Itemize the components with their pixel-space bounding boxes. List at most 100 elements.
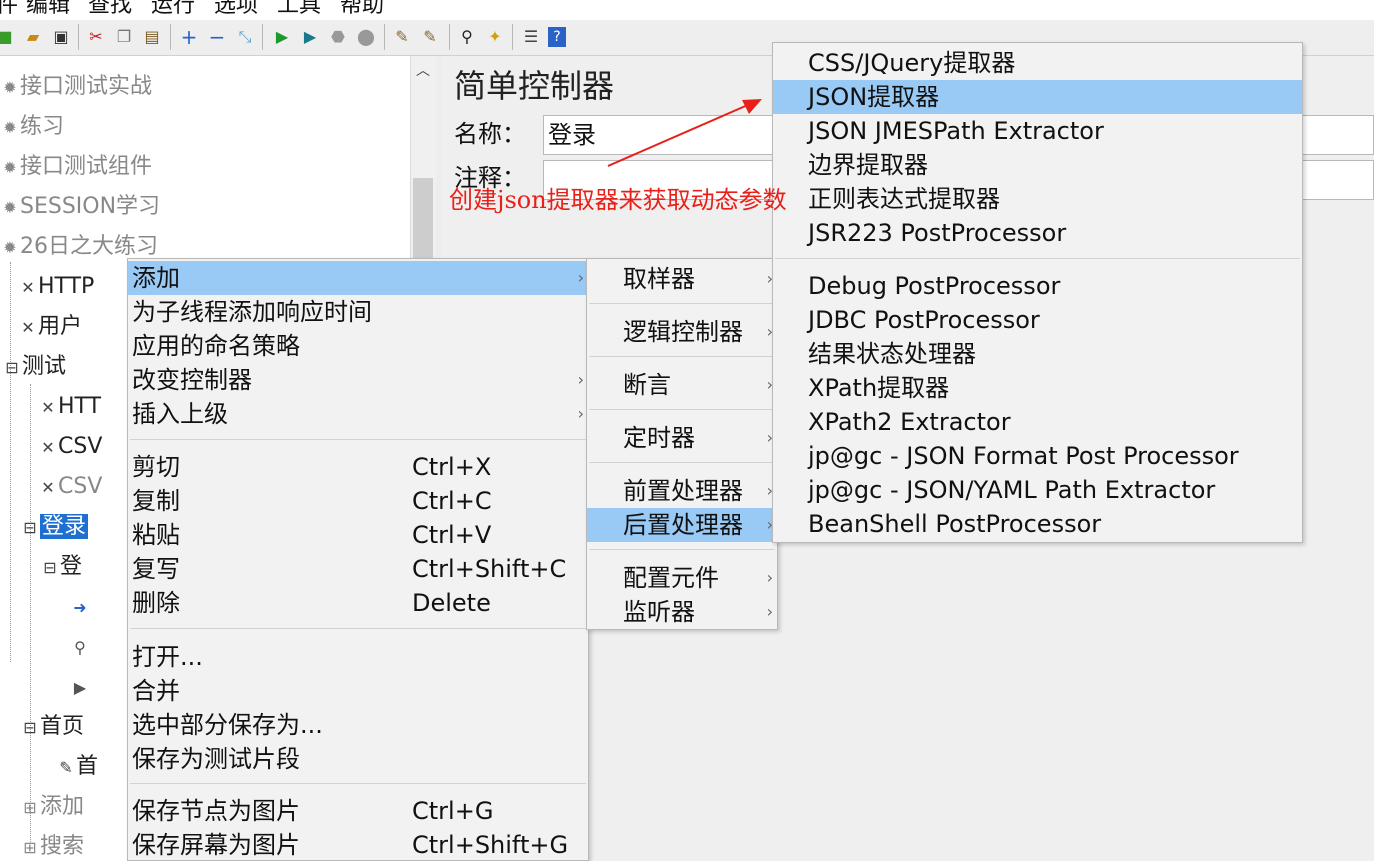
menu-item-naming-policy[interactable]: 应用的命名策略: [128, 329, 588, 363]
menu-item-save-node-as-image[interactable]: 保存节点为图片 Ctrl+G: [128, 794, 588, 828]
submenu-item-boundary-extractor[interactable]: 边界提取器: [773, 148, 1302, 182]
search-icon[interactable]: ⚲: [456, 26, 478, 48]
menu-item-insert-parent[interactable]: 插入上级 ›: [128, 397, 588, 431]
menu-tools[interactable]: 工具: [277, 0, 321, 19]
context-menu: 添加 › 为子线程添加响应时间 应用的命名策略 改变控制器 › 插入上级 › 剪切 Ct…: [127, 258, 589, 861]
menu-help[interactable]: 帮助: [340, 0, 384, 19]
wrench-icon: ✕: [41, 398, 55, 417]
submenu-item-beanshell-postprocessor[interactable]: BeanShell PostProcessor: [773, 507, 1302, 541]
submenu-item-listener[interactable]: 监听器 ›: [587, 595, 777, 629]
function-helper-icon[interactable]: ☰: [520, 26, 542, 48]
submenu-item-jdbc-postprocessor[interactable]: JDBC PostProcessor: [773, 303, 1302, 337]
menu-search[interactable]: 查找: [88, 0, 132, 19]
submenu-item-json-extractor[interactable]: JSON提取器: [773, 80, 1302, 114]
submenu-item-jsr223-postprocessor[interactable]: JSR223 PostProcessor: [773, 216, 1302, 250]
controller-icon: ⊟: [5, 358, 19, 377]
tree-scrollbar-thumb[interactable]: [413, 178, 433, 268]
menu-edit[interactable]: 编辑: [26, 0, 70, 19]
menu-item-copy[interactable]: 复制 Ctrl+C: [128, 484, 588, 518]
submenu-item-jpgc-json-yaml-path[interactable]: jp@gc - JSON/YAML Path Extractor: [773, 473, 1302, 507]
toggle-icon[interactable]: ⤡: [234, 26, 256, 48]
tree-node[interactable]: ⊞ 添加: [20, 792, 84, 823]
menu-run[interactable]: 运行: [151, 0, 195, 19]
controller-icon: ⊟: [23, 518, 37, 537]
menu-file[interactable]: 件: [0, 0, 18, 19]
menu-item-save-selection-as[interactable]: 选中部分保存为...: [128, 708, 588, 742]
submenu-item-config-element[interactable]: 配置元件 ›: [587, 561, 777, 595]
tree-node[interactable]: ✹ 练习: [0, 112, 64, 143]
menu-item-save-as-test-fragment[interactable]: 保存为测试片段: [128, 742, 588, 776]
submenu-item-xpath2-extractor[interactable]: XPath2 Extractor: [773, 405, 1302, 439]
menu-item-add[interactable]: 添加 ›: [128, 261, 588, 295]
submenu-item-post-processors[interactable]: 后置处理器 ›: [587, 508, 777, 542]
menu-item-save-screen-as-image[interactable]: 保存屏幕为图片 Ctrl+Shift+G: [128, 828, 588, 861]
submenu-item-pre-processors[interactable]: 前置处理器 ›: [587, 474, 777, 508]
tree-node[interactable]: ⊟ 测试: [2, 352, 66, 383]
shutdown-icon[interactable]: ⬤: [355, 26, 377, 48]
menu-item-add-response-time[interactable]: 为子线程添加响应时间: [128, 295, 588, 329]
tree-node[interactable]: ✕ CSV: [38, 432, 102, 463]
save-icon[interactable]: ▣: [50, 26, 72, 48]
wrench-icon: ✕: [41, 478, 55, 497]
submenu-item-assertions[interactable]: 断言 ›: [587, 368, 777, 402]
tree-node[interactable]: ✕ HTT: [38, 392, 101, 423]
start-icon[interactable]: ▶: [271, 26, 293, 48]
toolbar-separator: [384, 24, 385, 50]
paste-icon[interactable]: ▤: [141, 26, 163, 48]
toolbar-separator: [512, 24, 513, 50]
toolbar-separator: [262, 24, 263, 50]
chevron-right-icon: ›: [766, 602, 773, 621]
submenu-item-css-jquery-extractor[interactable]: CSS/JQuery提取器: [773, 46, 1302, 80]
tree-node[interactable]: ⚲: [70, 632, 90, 663]
submenu-item-debug-postprocessor[interactable]: Debug PostProcessor: [773, 269, 1302, 303]
page-title: 简单控制器: [454, 67, 615, 105]
submenu-item-logic-controller[interactable]: 逻辑控制器 ›: [587, 315, 777, 349]
tree-node[interactable]: ✕ 用户: [18, 312, 82, 343]
menu-item-cut[interactable]: 剪切 Ctrl+X: [128, 450, 588, 484]
menu-options[interactable]: 选项: [214, 0, 258, 19]
clear-all-icon[interactable]: ✎: [419, 26, 441, 48]
tree-node[interactable]: ✎ 首: [56, 752, 98, 783]
tree-node[interactable]: ⊞ 搜索: [20, 832, 84, 861]
reset-search-icon[interactable]: ✦: [484, 26, 506, 48]
post-processor-submenu: CSS/JQuery提取器 JSON提取器 JSON JMESPath Extr…: [772, 42, 1303, 543]
submenu-item-json-jmespath-extractor[interactable]: JSON JMESPath Extractor: [773, 114, 1302, 148]
menu-item-open[interactable]: 打开...: [128, 640, 588, 674]
submenu-item-result-status-handler[interactable]: 结果状态处理器: [773, 337, 1302, 371]
help-icon[interactable]: ?: [548, 27, 566, 47]
tree-node[interactable]: ➜: [70, 592, 90, 623]
cut-icon[interactable]: ✂: [85, 26, 107, 48]
gear-icon: ✹: [3, 238, 17, 257]
tree-node[interactable]: ▶: [70, 672, 90, 703]
menu-item-change-controller[interactable]: 改变控制器 ›: [128, 363, 588, 397]
tree-node[interactable]: ✕ CSV: [38, 472, 102, 503]
tree-node[interactable]: ✹ 接口测试组件: [0, 152, 152, 183]
copy-icon[interactable]: ❐: [113, 26, 135, 48]
tree-node[interactable]: ✹ SESSION学习: [0, 192, 160, 223]
templates-icon[interactable]: ■: [0, 26, 16, 48]
wrench-icon: ✕: [21, 318, 35, 337]
stop-icon[interactable]: ⬣: [327, 26, 349, 48]
tree-node[interactable]: ⊟ 登: [40, 552, 82, 583]
submenu-item-sampler[interactable]: 取样器 ›: [587, 262, 777, 296]
submenu-item-jpgc-json-format[interactable]: jp@gc - JSON Format Post Processor: [773, 439, 1302, 473]
tree-node[interactable]: ✕ HTTP: [18, 272, 94, 303]
tree-node[interactable]: ⊟ 首页: [20, 712, 84, 743]
expand-icon[interactable]: +: [178, 26, 200, 48]
start-no-pause-icon[interactable]: ▶: [299, 26, 321, 48]
chevron-right-icon: ›: [766, 568, 773, 587]
tree-node-selected[interactable]: ⊟ 登录: [20, 512, 89, 543]
menu-item-paste[interactable]: 粘贴 Ctrl+V: [128, 518, 588, 552]
chevron-right-icon: ›: [577, 268, 584, 287]
menu-item-delete[interactable]: 删除 Delete: [128, 586, 588, 620]
menu-item-merge[interactable]: 合并: [128, 674, 588, 708]
submenu-item-regex-extractor[interactable]: 正则表达式提取器: [773, 182, 1302, 216]
clear-icon[interactable]: ✎: [391, 26, 413, 48]
menu-item-duplicate[interactable]: 复写 Ctrl+Shift+C: [128, 552, 588, 586]
scroll-up-icon[interactable]: ︿: [413, 60, 433, 84]
collapse-icon[interactable]: −: [206, 26, 228, 48]
submenu-item-timer[interactable]: 定时器 ›: [587, 421, 777, 455]
submenu-item-xpath-extractor[interactable]: XPath提取器: [773, 371, 1302, 405]
open-icon[interactable]: ▰: [22, 26, 44, 48]
tree-node[interactable]: ✹ 接口测试实战: [0, 72, 152, 103]
